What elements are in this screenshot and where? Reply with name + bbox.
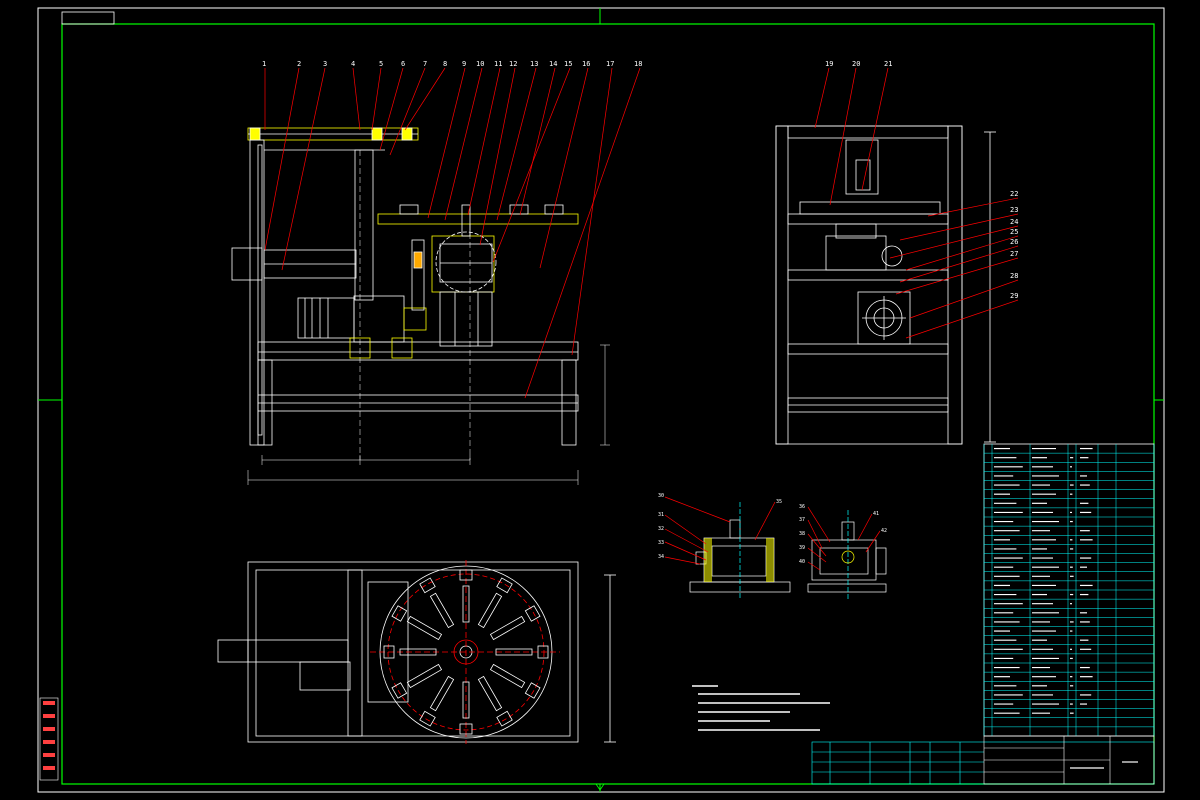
svg-text:41: 41	[873, 511, 879, 517]
svg-text:5: 5	[379, 60, 383, 68]
cad-drawing-sheet: 12 34 56 78 910 1112 1314 1516 1718	[37, 7, 1165, 793]
svg-text:30: 30	[658, 493, 664, 499]
svg-text:26: 26	[1010, 238, 1018, 246]
turntable-slot	[419, 675, 455, 727]
turntable-slot	[477, 675, 513, 727]
svg-text:17: 17	[606, 60, 614, 68]
svg-text:6: 6	[401, 60, 405, 68]
svg-text:34: 34	[658, 554, 664, 560]
side-view	[775, 125, 996, 445]
svg-text:22: 22	[1010, 190, 1018, 198]
svg-text:11: 11	[494, 60, 502, 68]
svg-text:37: 37	[799, 517, 805, 523]
svg-text:24: 24	[1010, 218, 1018, 226]
front-balloon-labels: 12 34 56 78 9 10 11 12 13 14 15 16 17 18	[262, 60, 642, 68]
turntable-slot	[495, 645, 549, 659]
detail-left-leaders	[664, 496, 776, 565]
svg-text:20: 20	[852, 60, 860, 68]
outer-border	[37, 7, 1165, 793]
svg-text:28: 28	[1010, 272, 1018, 280]
front-dimensions	[247, 150, 610, 485]
title-block	[811, 735, 1155, 785]
detail-left-labels: 30 35 31 32 33 34	[658, 493, 782, 560]
svg-text:13: 13	[530, 60, 538, 68]
svg-text:7: 7	[423, 60, 427, 68]
turntable-slot	[489, 605, 541, 641]
svg-text:31: 31	[658, 512, 664, 518]
svg-text:19: 19	[825, 60, 833, 68]
svg-text:42: 42	[881, 528, 887, 534]
top-view	[217, 560, 616, 744]
svg-text:40: 40	[799, 559, 805, 565]
svg-text:29: 29	[1010, 292, 1018, 300]
svg-text:39: 39	[799, 545, 805, 551]
parts-list-table	[983, 443, 1155, 737]
title-block-text-marks	[1070, 761, 1138, 769]
svg-text:2: 2	[297, 60, 301, 68]
svg-text:35: 35	[776, 499, 782, 505]
side-balloon-labels: 19 20 21 22 23 24 25 26 27 28 29	[825, 60, 1018, 300]
svg-text:4: 4	[351, 60, 355, 68]
detail-right	[807, 510, 887, 600]
svg-text:23: 23	[1010, 206, 1018, 214]
svg-text:3: 3	[323, 60, 327, 68]
svg-text:16: 16	[582, 60, 590, 68]
svg-text:1: 1	[262, 60, 266, 68]
svg-text:38: 38	[799, 531, 805, 537]
svg-text:27: 27	[1010, 250, 1018, 258]
svg-text:9: 9	[462, 60, 466, 68]
svg-text:32: 32	[658, 526, 664, 532]
svg-text:18: 18	[634, 60, 642, 68]
svg-text:8: 8	[443, 60, 447, 68]
side-leaders	[814, 67, 1019, 339]
svg-text:10: 10	[476, 60, 484, 68]
svg-text:33: 33	[658, 540, 664, 546]
turntable-slot	[391, 605, 443, 641]
detail-left	[689, 502, 791, 600]
front-leaders	[264, 67, 641, 399]
svg-text:36: 36	[799, 504, 805, 510]
svg-text:14: 14	[549, 60, 557, 68]
svg-text:15: 15	[564, 60, 572, 68]
detail-right-leaders	[807, 506, 881, 571]
technical-notes	[692, 685, 830, 731]
svg-text:21: 21	[884, 60, 892, 68]
front-view	[231, 127, 579, 446]
svg-text:12: 12	[509, 60, 517, 68]
centering-marks	[38, 8, 1164, 792]
drawing-number-box	[61, 11, 115, 25]
left-revision-strip	[39, 697, 59, 781]
svg-text:25: 25	[1010, 228, 1018, 236]
